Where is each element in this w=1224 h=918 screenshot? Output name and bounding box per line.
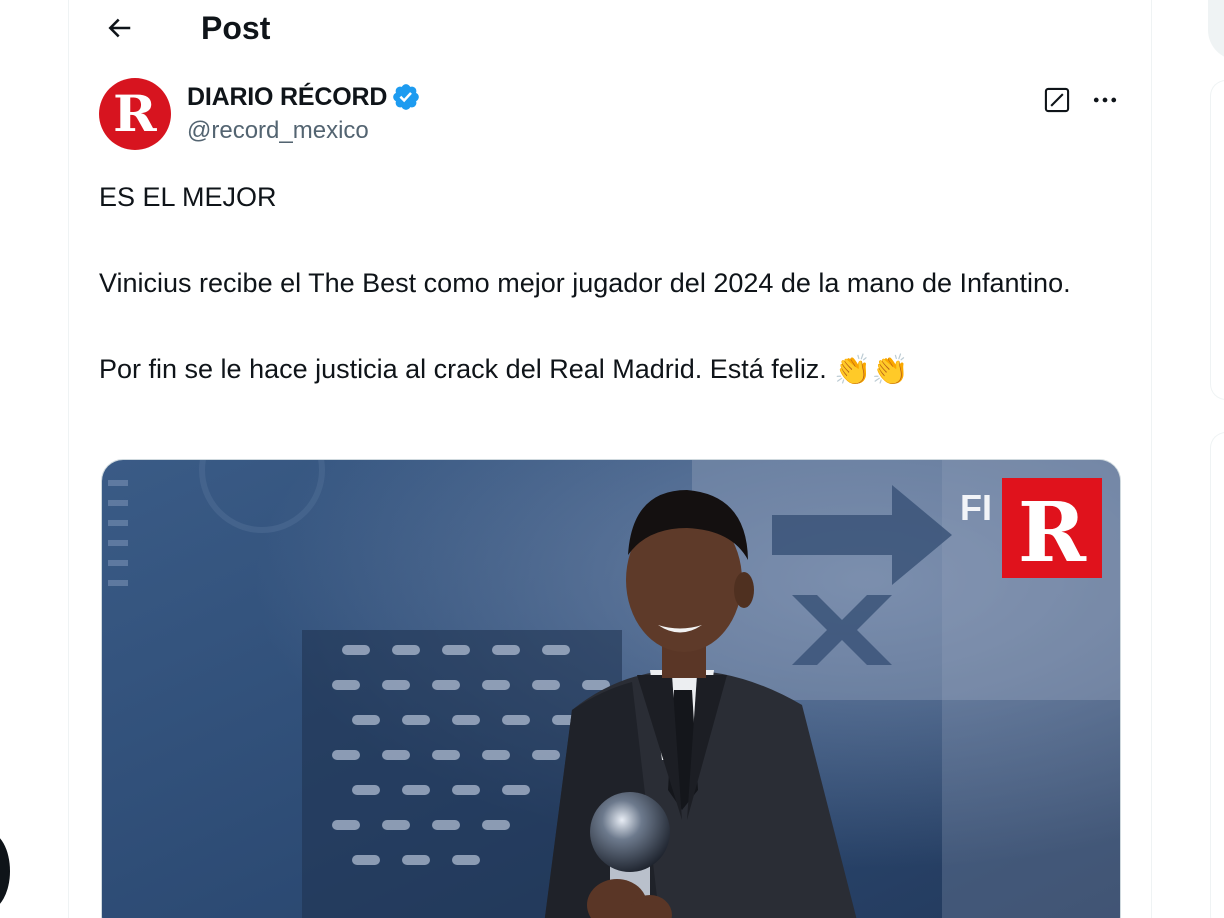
- right-sidebar: [1152, 0, 1224, 918]
- post-column: Post R DIARIO RÉCORD @record_mexico ES E…: [68, 0, 1152, 918]
- more-options-button[interactable]: [1085, 82, 1125, 118]
- media-watermark-text: FI: [960, 487, 992, 528]
- page-title: Post: [201, 10, 271, 46]
- author-name-block: DIARIO RÉCORD @record_mexico: [187, 80, 421, 148]
- post-text-closing-words: Por fin se le hace justicia al crack del…: [99, 354, 827, 384]
- author-name-text: DIARIO RÉCORD: [187, 83, 388, 111]
- post-header: Post: [69, 0, 1151, 56]
- back-button[interactable]: [97, 8, 141, 48]
- author-handle[interactable]: @record_mexico: [187, 114, 421, 148]
- post-text-body: Vinicius recibe el The Best como mejor j…: [99, 268, 1071, 298]
- arrow-left-icon: [108, 18, 131, 38]
- record-logo-letter: R: [1018, 485, 1087, 581]
- post-text: ES EL MEJOR Vinicius recibe el The Best …: [99, 176, 1129, 391]
- author-avatar[interactable]: R: [99, 78, 171, 150]
- post-text-closing: Por fin se le hace justicia al crack del…: [99, 348, 1129, 391]
- left-nav-gutter: [0, 0, 68, 918]
- grok-button[interactable]: [1039, 82, 1075, 118]
- post-author: R DIARIO RÉCORD @record_mexico: [99, 78, 1129, 158]
- more-horizontal-icon: [1093, 97, 1117, 103]
- search-box[interactable]: [1208, 0, 1224, 60]
- post-text-headline: ES EL MEJOR: [99, 182, 277, 212]
- account-avatar[interactable]: [0, 832, 10, 910]
- clapping-hands-emoji: 👏👏: [834, 354, 910, 387]
- award-photo: FI R: [102, 460, 1120, 918]
- grok-icon: [1044, 87, 1070, 113]
- avatar-logo-letter: R: [113, 84, 157, 143]
- sidebar-card: [1210, 432, 1224, 918]
- post-media-image[interactable]: FI R: [101, 459, 1121, 918]
- sidebar-card: [1210, 80, 1224, 400]
- verified-badge-icon[interactable]: [391, 82, 421, 112]
- author-display-name[interactable]: DIARIO RÉCORD: [187, 80, 421, 114]
